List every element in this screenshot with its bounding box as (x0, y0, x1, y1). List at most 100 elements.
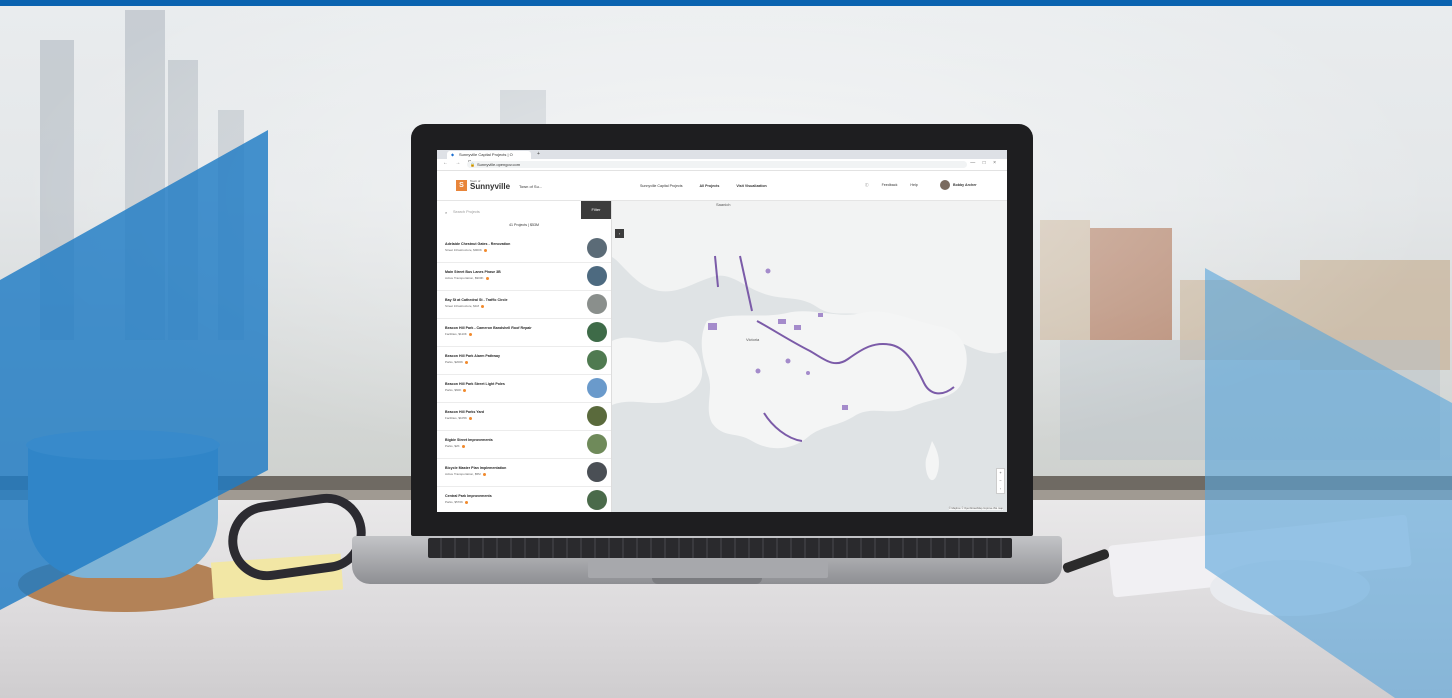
org-switcher[interactable]: Town of Su... (519, 184, 542, 189)
map-label-victoria: Victoria (746, 337, 760, 342)
list-item[interactable]: Beacon Hill Park Alarm Pathway Parks, $20… (437, 347, 611, 375)
address-bar[interactable]: 🔒 Sunnyville.opengov.com (467, 161, 967, 168)
zoom-in-button[interactable]: + (997, 469, 1004, 477)
list-item-title: Adelaide Chestnut Gates - Renovation (445, 242, 511, 246)
status-dot-icon (483, 248, 487, 252)
laptop-keyboard (428, 538, 1012, 558)
project-thumbnail (587, 434, 607, 454)
window-controls[interactable]: — □ × (970, 160, 999, 166)
zoom-controls: + − ◦ (996, 468, 1005, 494)
zoom-out-button[interactable]: − (997, 477, 1004, 485)
project-thumbnail (587, 378, 607, 398)
town-logo-icon: S (456, 180, 467, 191)
project-thumbnail (587, 322, 607, 342)
project-marker[interactable] (818, 313, 823, 317)
app-header: S Town of Sunnyville Town of Su... Sunny… (437, 171, 1007, 201)
list-item[interactable]: Beacon Hill Park Street Light Poles Parks… (437, 375, 611, 403)
status-dot-icon (461, 444, 465, 448)
top-accent-bar (0, 0, 1452, 6)
new-tab-icon[interactable]: + (537, 151, 540, 157)
list-item[interactable]: Central Park Improvements Parks, $570K (437, 487, 611, 512)
project-thumbnail (587, 462, 607, 482)
avatar[interactable] (940, 180, 950, 190)
list-item[interactable]: Bay St at Cathedral St - Traffic Circle S… (437, 291, 611, 319)
laptop-screen: ◆ Sunnyville Capital Projects | O × + ← … (437, 150, 1007, 512)
search-icon: ⌕ (445, 210, 448, 215)
list-item[interactable]: Main Street Bus Lanes Phase 3B Active Tra… (437, 263, 611, 291)
feedback-link[interactable]: Feedback (882, 183, 898, 187)
search-input[interactable]: ⌕ Search Projects (445, 207, 575, 218)
project-marker[interactable] (765, 268, 771, 274)
list-item-meta: Active Transportation, $900K (445, 276, 484, 280)
filter-button[interactable]: Filter (581, 201, 611, 219)
nav-visit-visualization[interactable]: Visit Visualization (736, 184, 766, 188)
project-marker[interactable] (778, 319, 786, 324)
bird-favicon-icon: ◆ (451, 152, 455, 157)
list-item-meta: Parks, $60K (445, 388, 462, 392)
list-item-title: Bicycle Master Plan Implementation (445, 466, 507, 470)
list-item-title: Central Park Improvements (445, 494, 492, 498)
project-marker[interactable] (785, 358, 791, 364)
browser-tab-strip: ◆ Sunnyville Capital Projects | O × + (437, 150, 1007, 159)
status-dot-icon (469, 416, 473, 420)
list-item-subtitle: Street Infrastructure, $1M (445, 304, 485, 308)
search-placeholder: Search Projects (453, 210, 480, 214)
map-attribution[interactable]: © Mapbox © OpenStreetMap Improve this ma… (948, 507, 1003, 510)
tab-title: Sunnyville Capital Projects | O (459, 152, 513, 157)
project-thumbnail (587, 350, 607, 370)
status-dot-icon (465, 360, 469, 364)
laptop-trackpad (588, 560, 828, 578)
list-item[interactable]: Bicycle Master Plan Implementation Active… (437, 459, 611, 487)
list-item-meta: Parks, $570K (445, 500, 464, 504)
list-item-subtitle: Parks, $60K (445, 388, 467, 392)
list-item-subtitle: Active Transportation, $900K (445, 276, 489, 280)
status-dot-icon (465, 500, 469, 504)
status-dot-icon (485, 276, 489, 280)
list-item-subtitle: Facilities, $110K (445, 332, 472, 336)
project-list: Adelaide Chestnut Gates - Renovation Stre… (437, 235, 611, 512)
list-item-subtitle: Parks, $2K (445, 444, 465, 448)
list-item[interactable]: Beacon Hill Parks Yard Facilities, $105K (437, 403, 611, 431)
list-item-meta: Facilities, $105K (445, 416, 468, 420)
project-marker[interactable] (755, 368, 761, 374)
list-item[interactable]: Bigbie Street Improvements Parks, $2K (437, 431, 611, 459)
laptop-notch (652, 578, 762, 584)
list-item-meta: Parks, $2K (445, 444, 460, 448)
project-thumbnail (587, 266, 607, 286)
project-map[interactable]: Saanich Victoria ‹ + − ◦ © Mapbox © Open… (612, 201, 1007, 512)
user-menu[interactable]: Bobby Archer (953, 183, 977, 187)
compass-icon[interactable]: ◦ (997, 485, 1004, 493)
list-item-title: Beacon Hill Park - Cameron Bandshell Roo… (445, 326, 532, 330)
list-item-title: Beacon Hill Parks Yard (445, 410, 485, 414)
list-item-subtitle: Parks, $200K (445, 360, 469, 364)
list-item-subtitle: Parks, $570K (445, 500, 469, 504)
project-marker[interactable] (842, 405, 848, 410)
list-item-subtitle: Facilities, $105K (445, 416, 473, 420)
map-canvas (612, 201, 1007, 512)
help-link[interactable]: Help (910, 183, 917, 187)
project-marker[interactable] (806, 371, 810, 375)
collapse-sidebar-button[interactable]: ‹ (615, 229, 624, 238)
main-nav: Sunnyville Capital Projects All Projects… (640, 184, 783, 188)
browser-toolbar: ← → C 🔒 Sunnyville.opengov.com — □ × (437, 159, 1007, 171)
project-thumbnail (587, 406, 607, 426)
logo-name: Sunnyville (470, 182, 511, 191)
browser-tab[interactable]: ◆ Sunnyville Capital Projects | O × (447, 151, 531, 159)
list-item[interactable]: Adelaide Chestnut Gates - Renovation Stre… (437, 235, 611, 263)
list-item-title: Beacon Hill Park Street Light Poles (445, 382, 505, 386)
photo-scene: ◆ Sunnyville Capital Projects | O × + ← … (0, 0, 1452, 698)
header-links: ⓘ Feedback Help (865, 183, 930, 188)
project-marker[interactable] (708, 323, 717, 330)
status-dot-icon (463, 388, 467, 392)
nav-all-projects[interactable]: All Projects (700, 184, 720, 188)
status-dot-icon (468, 332, 472, 336)
project-marker[interactable] (794, 325, 801, 330)
map-label-saanich: Saanich (716, 202, 731, 207)
list-item-meta: Parks, $200K (445, 360, 464, 364)
nav-capital-projects[interactable]: Sunnyville Capital Projects (640, 184, 683, 188)
list-item-subtitle: Active Transportation, $5M (445, 472, 486, 476)
info-icon[interactable]: ⓘ (865, 183, 869, 187)
status-dot-icon (481, 304, 485, 308)
list-item[interactable]: Beacon Hill Park - Cameron Bandshell Roo… (437, 319, 611, 347)
list-item-meta: Street Infrastructure, $1M (445, 304, 480, 308)
